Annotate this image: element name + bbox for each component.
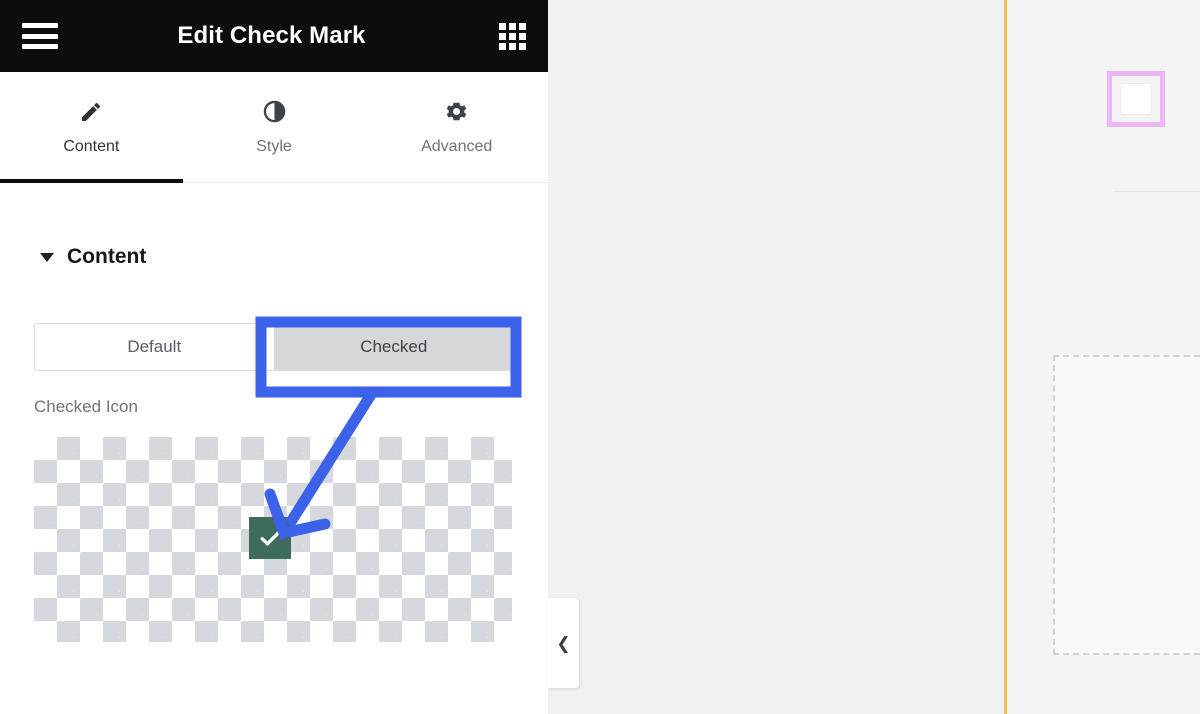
editor-canvas bbox=[548, 0, 1200, 714]
checkbox-widget[interactable] bbox=[1107, 71, 1165, 127]
panel-tabs: Content Style Advanced bbox=[0, 72, 548, 183]
tab-style-label: Style bbox=[256, 137, 292, 155]
tab-advanced-label: Advanced bbox=[421, 137, 493, 155]
check-mark-icon bbox=[249, 517, 291, 559]
apps-grid-icon[interactable] bbox=[498, 22, 526, 50]
tab-content-label: Content bbox=[63, 137, 120, 155]
canvas-divider bbox=[1113, 191, 1200, 192]
chevron-left-icon: ❮ bbox=[556, 633, 571, 653]
empty-drop-area[interactable] bbox=[1053, 355, 1200, 655]
state-toggle-default[interactable]: Default bbox=[34, 323, 275, 371]
page-title: Edit Check Mark bbox=[177, 22, 366, 49]
editor-panel: Edit Check Mark Content Style Advanced C… bbox=[0, 0, 579, 714]
tab-style[interactable]: Style bbox=[183, 72, 366, 182]
content-section-title: Content bbox=[67, 245, 147, 268]
contrast-half-circle-icon bbox=[262, 99, 287, 125]
panel-header: Edit Check Mark bbox=[0, 0, 548, 72]
gear-icon bbox=[444, 99, 469, 125]
state-toggle-checked[interactable]: Checked bbox=[274, 323, 514, 371]
canvas-preview-frame bbox=[1004, 0, 1200, 714]
content-section-header[interactable]: Content bbox=[34, 183, 514, 269]
elementor-editor-root: Edit Check Mark Content Style Advanced C… bbox=[0, 0, 1200, 714]
tab-content[interactable]: Content bbox=[0, 72, 183, 183]
caret-down-icon bbox=[40, 252, 54, 262]
panel-body: Content Default Checked Checked Icon bbox=[0, 183, 548, 642]
tab-advanced[interactable]: Advanced bbox=[365, 72, 548, 182]
hamburger-menu-icon[interactable] bbox=[22, 23, 58, 49]
state-toggle-group: Default Checked bbox=[34, 323, 514, 371]
checked-icon-preview[interactable] bbox=[34, 437, 512, 642]
checkbox-inner-box bbox=[1120, 83, 1152, 115]
checked-icon-label: Checked Icon bbox=[34, 397, 138, 416]
panel-collapse-handle[interactable]: ❮ bbox=[548, 598, 579, 688]
pencil-icon bbox=[79, 99, 103, 125]
